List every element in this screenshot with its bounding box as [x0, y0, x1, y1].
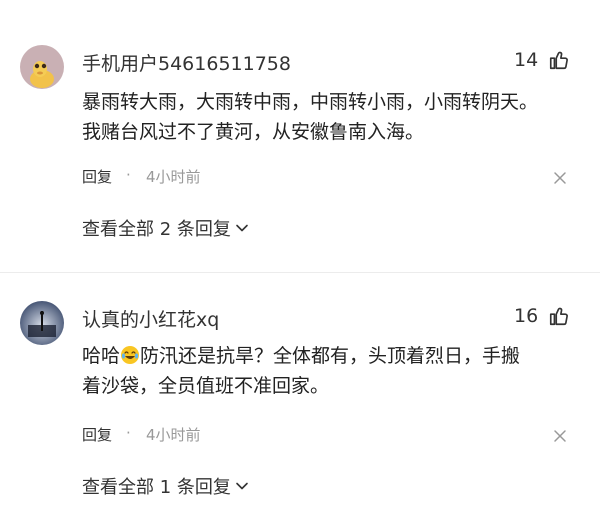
username[interactable]: 认真的小红花xq — [82, 305, 219, 332]
thumbs-up-icon[interactable] — [548, 49, 570, 71]
view-all-replies-label: 查看全部 2 条回复 — [82, 219, 231, 240]
chevron-down-icon — [236, 224, 248, 232]
view-all-replies-button[interactable]: 查看全部 1 条回复 — [82, 473, 249, 499]
comment-text-line: 暴雨转大雨，大雨转中雨，中雨转小雨，小雨转阴天。 — [82, 91, 539, 113]
comment-text-line: 哈哈 防汛还是抗旱？全体都有，头顶着烈日，手搬 — [82, 341, 582, 371]
close-icon[interactable] — [552, 428, 568, 444]
avatar[interactable] — [20, 45, 64, 89]
view-all-replies-label: 查看全部 1 条回复 — [82, 477, 231, 498]
reply-button[interactable]: 回复 — [82, 166, 112, 187]
timestamp: 4小时前 — [146, 168, 201, 186]
thumbs-up-icon[interactable] — [548, 305, 570, 327]
reply-button[interactable]: 回复 — [82, 424, 112, 445]
night-sky-avatar-icon — [20, 301, 64, 345]
avatar[interactable] — [20, 301, 64, 345]
laughing-crying-emoji-icon — [121, 346, 140, 364]
comment-text: 暴雨转大雨，大雨转中雨，中雨转小雨，小雨转阴天。 我赌台风过不了黄河，从安徽鲁南… — [82, 87, 582, 147]
like-count: 14 — [514, 49, 539, 71]
comment-text-segment: 哈哈 — [82, 345, 121, 367]
view-all-replies-button[interactable]: 查看全部 2 条回复 — [82, 215, 249, 241]
comment-text-line: 着沙袋，全员值班不准回家。 — [82, 375, 330, 397]
comment-text-line: 我赌台风过不了黄河，从安徽鲁南入海。 — [82, 121, 425, 143]
like-count: 16 — [514, 305, 539, 327]
separator-dot: · — [126, 166, 131, 184]
separator-dot: · — [126, 424, 131, 442]
close-icon[interactable] — [552, 170, 568, 186]
cartoon-avatar-icon — [20, 45, 64, 89]
timestamp: 4小时前 — [146, 426, 201, 444]
comment-text: 哈哈 防汛还是抗旱？全体都有，头顶着烈日，手搬 着沙袋，全员值班不准回家。 — [82, 341, 582, 401]
comment-text-segment: 防汛还是抗旱？全体都有，头顶着烈日，手搬 — [140, 345, 521, 367]
chevron-down-icon — [236, 482, 248, 490]
divider — [0, 272, 600, 273]
username[interactable]: 手机用户54616511758 — [82, 49, 291, 76]
